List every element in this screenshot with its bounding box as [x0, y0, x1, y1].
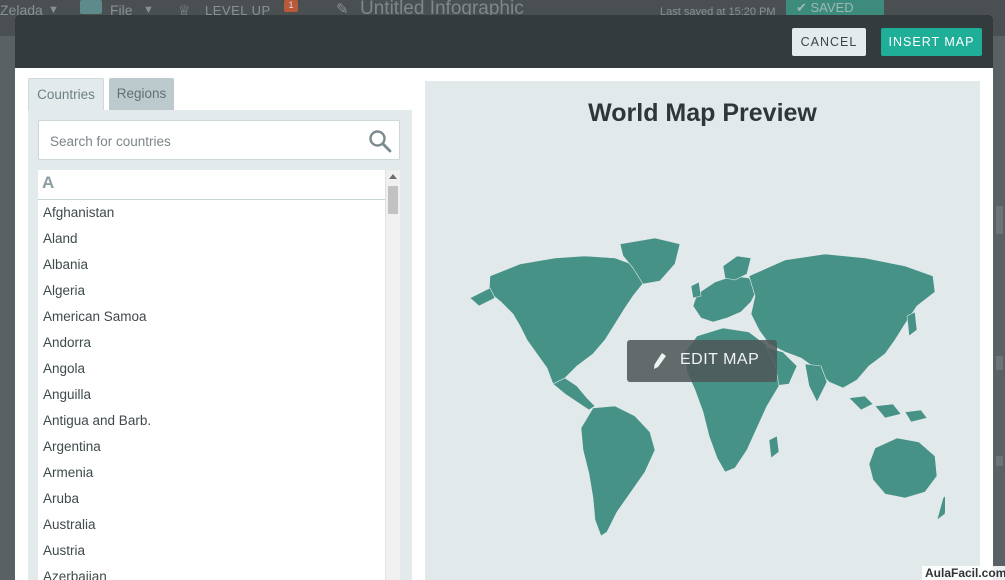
list-item[interactable]: Aruba — [38, 486, 385, 512]
scroll-thumb[interactable] — [388, 186, 398, 214]
country-picker-panel: A Afghanistan Aland Albania Algeria Amer… — [28, 110, 412, 580]
tab-regions[interactable]: Regions — [109, 78, 174, 110]
list-item[interactable]: American Samoa — [38, 304, 385, 330]
tab-countries[interactable]: Countries — [28, 78, 104, 110]
background-right-strip — [993, 36, 1005, 580]
watermark-logo: AulaFacil.com — [922, 566, 1005, 580]
file-icon — [80, 0, 102, 14]
list-item[interactable]: Austria — [38, 538, 385, 564]
search-icon[interactable] — [368, 129, 392, 153]
edit-map-button[interactable]: EDIT MAP — [627, 340, 777, 382]
list-item[interactable]: Argentina — [38, 434, 385, 460]
list-item[interactable]: Armenia — [38, 460, 385, 486]
letter-label: A — [42, 173, 55, 192]
cancel-button[interactable]: CANCEL — [792, 28, 866, 56]
search-input[interactable] — [48, 121, 362, 161]
list-item[interactable]: Australia — [38, 512, 385, 538]
list-item[interactable]: Antigua and Barb. — [38, 408, 385, 434]
list-item[interactable]: Algeria — [38, 278, 385, 304]
saved-label: SAVED — [810, 0, 854, 15]
list-scrollbar[interactable] — [385, 170, 400, 580]
list-item[interactable]: Aland — [38, 226, 385, 252]
list-item[interactable]: Andorra — [38, 330, 385, 356]
background-left-strip — [0, 36, 15, 580]
list-item[interactable]: Anguilla — [38, 382, 385, 408]
notification-badge: 1 — [284, 0, 298, 12]
edit-map-label: EDIT MAP — [680, 351, 760, 368]
search-box — [38, 120, 400, 161]
insert-map-modal: CANCEL INSERT MAP Countries Regions A Af… — [15, 15, 993, 580]
list-item[interactable]: Azerbaijan — [38, 564, 385, 580]
world-map — [469, 237, 945, 537]
country-list: Afghanistan Aland Albania Algeria Americ… — [38, 200, 385, 580]
list-item[interactable]: Albania — [38, 252, 385, 278]
scroll-up-arrow-icon[interactable] — [389, 174, 397, 179]
list-item[interactable]: Angola — [38, 356, 385, 382]
map-preview-panel: World Map Preview EDIT MAP — [425, 81, 980, 580]
insert-map-button[interactable]: INSERT MAP — [881, 28, 982, 56]
modal-header: CANCEL INSERT MAP — [15, 15, 993, 68]
country-list-area: A Afghanistan Aland Albania Algeria Amer… — [38, 170, 400, 580]
list-item[interactable]: Afghanistan — [38, 200, 385, 226]
pencil-icon — [654, 353, 666, 369]
preview-title: World Map Preview — [588, 99, 817, 127]
letter-group-header: A — [38, 170, 385, 200]
